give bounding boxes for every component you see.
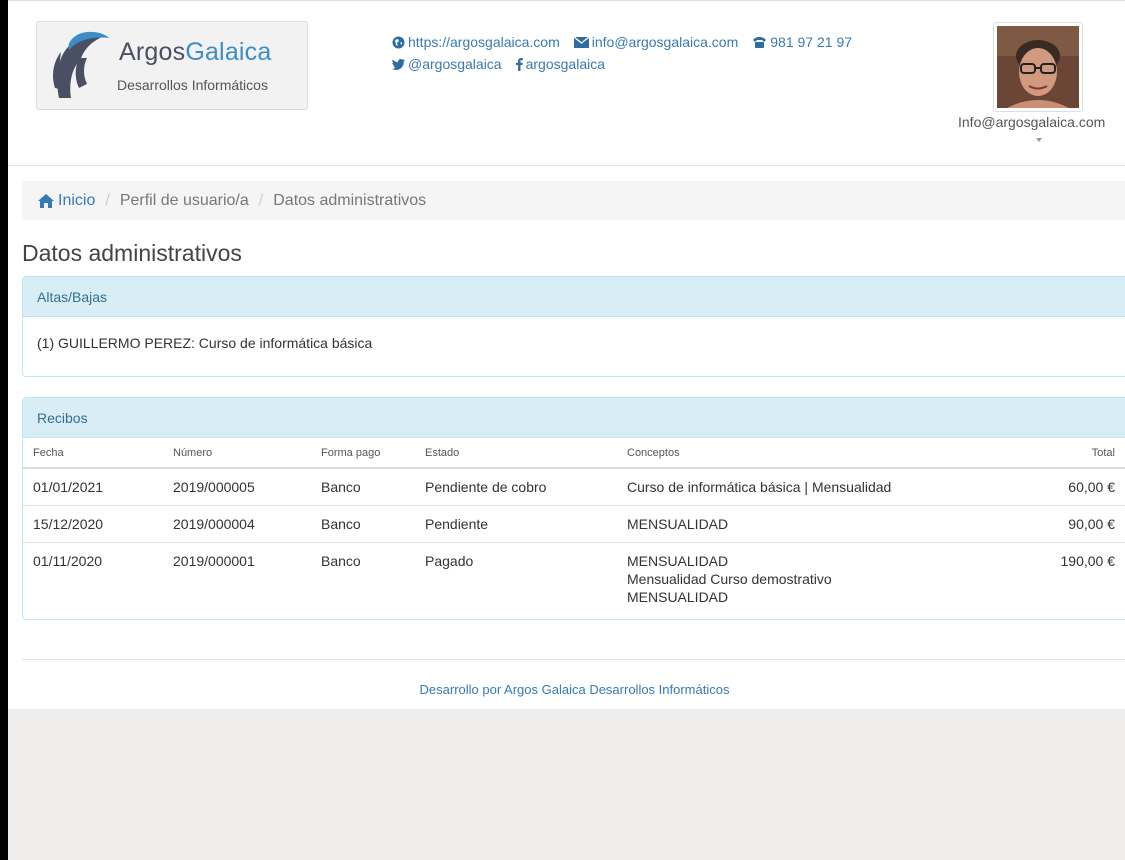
twitter-icon (392, 58, 405, 70)
brand-name-part1: Argos (119, 38, 186, 66)
table-row[interactable]: 15/12/2020 2019/000004 Banco Pendiente M… (23, 505, 1125, 543)
phone-link[interactable]: 981 97 21 97 (752, 34, 852, 50)
table-header-row: Fecha Número Forma pago Estado Conceptos… (23, 438, 1125, 469)
avatar-photo (997, 26, 1079, 108)
col-estado: Estado (415, 438, 617, 469)
window-left-edge (0, 0, 8, 860)
col-numero: Número (163, 438, 311, 469)
breadcrumb-home-label: Inicio (58, 191, 96, 209)
cell-fecha: 15/12/2020 (23, 505, 163, 543)
phone-icon (753, 37, 767, 48)
email-link[interactable]: info@argosgalaica.com (573, 34, 739, 50)
brand-subtitle: Desarrollos Informáticos (117, 77, 268, 93)
header-divider (8, 165, 1125, 166)
cell-total: 90,00 € (1015, 505, 1125, 543)
cell-conceptos: Curso de informática básica | Mensualida… (617, 467, 1015, 506)
facebook-icon (515, 57, 523, 71)
cell-conceptos: MENSUALIDAD Mensualidad Curso demostrati… (617, 542, 1015, 615)
brand-name: ArgosGalaica (119, 38, 271, 67)
globe-icon (392, 36, 405, 48)
table-row[interactable]: 01/01/2021 2019/000005 Banco Pendiente d… (23, 467, 1125, 506)
breadcrumb-home[interactable]: Inicio (38, 192, 95, 210)
recibos-heading: Recibos (23, 398, 1125, 438)
website-link[interactable]: https://argosgalaica.com (392, 34, 560, 50)
twitter-text: @argosgalaica (408, 56, 502, 72)
cell-numero: 2019/000004 (163, 505, 311, 543)
cell-estado: Pagado (415, 542, 617, 615)
breadcrumb-separator: / (105, 191, 110, 209)
facebook-link[interactable]: argosgalaica (515, 56, 605, 72)
breadcrumb: Inicio / Perfil de usuario/a / Datos adm… (22, 181, 1125, 220)
brand-logo[interactable]: ArgosGalaica Desarrollos Informáticos (36, 21, 308, 110)
table-row[interactable]: 01/11/2020 2019/000001 Banco Pagado MENS… (23, 542, 1125, 615)
col-fecha: Fecha (23, 438, 163, 469)
person-photo-icon (997, 26, 1079, 108)
concepto-line: MENSUALIDAD (627, 589, 729, 605)
altas-bajas-entry: (1) GUILLERMO PEREZ: Curso de informátic… (37, 335, 373, 351)
altas-bajas-panel: Altas/Bajas (1) GUILLERMO PEREZ: Curso d… (22, 276, 1125, 377)
brand-name-part2: Galaica (185, 38, 272, 66)
cell-conceptos: MENSUALIDAD (617, 505, 1015, 543)
email-text: info@argosgalaica.com (591, 34, 739, 50)
contact-links: https://argosgalaica.com info@argosgalai… (392, 31, 866, 75)
user-avatar[interactable] (993, 22, 1083, 112)
cell-forma: Banco (311, 467, 415, 506)
footer-credit-link[interactable]: Desarrollo por Argos Galaica Desarrollos… (8, 682, 1125, 697)
cell-forma: Banco (311, 542, 415, 615)
page-title: Datos administrativos (22, 240, 242, 266)
breadcrumb-current: Datos administrativos (273, 191, 427, 209)
cell-fecha: 01/11/2020 (23, 542, 163, 615)
page: ArgosGalaica Desarrollos Informáticos ht… (8, 0, 1125, 709)
recibos-table: Fecha Número Forma pago Estado Conceptos… (23, 438, 1125, 615)
breadcrumb-perfil[interactable]: Perfil de usuario/a (120, 192, 249, 210)
facebook-text: argosgalaica (525, 56, 605, 72)
col-total: Total (1015, 438, 1125, 469)
col-conceptos: Conceptos (617, 438, 1015, 469)
user-menu-label[interactable]: Info@argosgalaica.com (958, 114, 1105, 130)
cell-numero: 2019/000005 (163, 467, 311, 506)
home-icon (38, 193, 54, 208)
footer-divider (22, 659, 1125, 660)
twitter-link[interactable]: @argosgalaica (392, 56, 502, 72)
phone-text: 981 97 21 97 (770, 34, 853, 50)
concepto-line: Mensualidad Curso demostrativo (627, 571, 832, 587)
concepto-line: Curso de informática básica | Mensualida… (627, 479, 892, 495)
cell-fecha: 01/01/2021 (23, 467, 163, 506)
top-border (8, 0, 1125, 1)
concepto-line: MENSUALIDAD (627, 553, 729, 569)
cell-total: 190,00 € (1015, 542, 1125, 615)
col-forma-pago: Forma pago (311, 438, 415, 469)
website-text: https://argosgalaica.com (408, 34, 560, 50)
altas-bajas-heading: Altas/Bajas (23, 277, 1125, 317)
cell-total: 60,00 € (1015, 467, 1125, 506)
envelope-icon (573, 36, 589, 48)
cell-numero: 2019/000001 (163, 542, 311, 615)
cell-forma: Banco (311, 505, 415, 543)
recibos-panel: Recibos Fecha Número Forma pago Estado C… (22, 397, 1125, 620)
breadcrumb-separator: / (258, 191, 264, 209)
cell-estado: Pendiente (415, 505, 617, 543)
concepto-line: MENSUALIDAD (627, 516, 729, 532)
cell-estado: Pendiente de cobro (415, 467, 617, 506)
spartan-helmet-icon (53, 31, 109, 98)
chevron-down-icon[interactable] (1036, 138, 1042, 142)
